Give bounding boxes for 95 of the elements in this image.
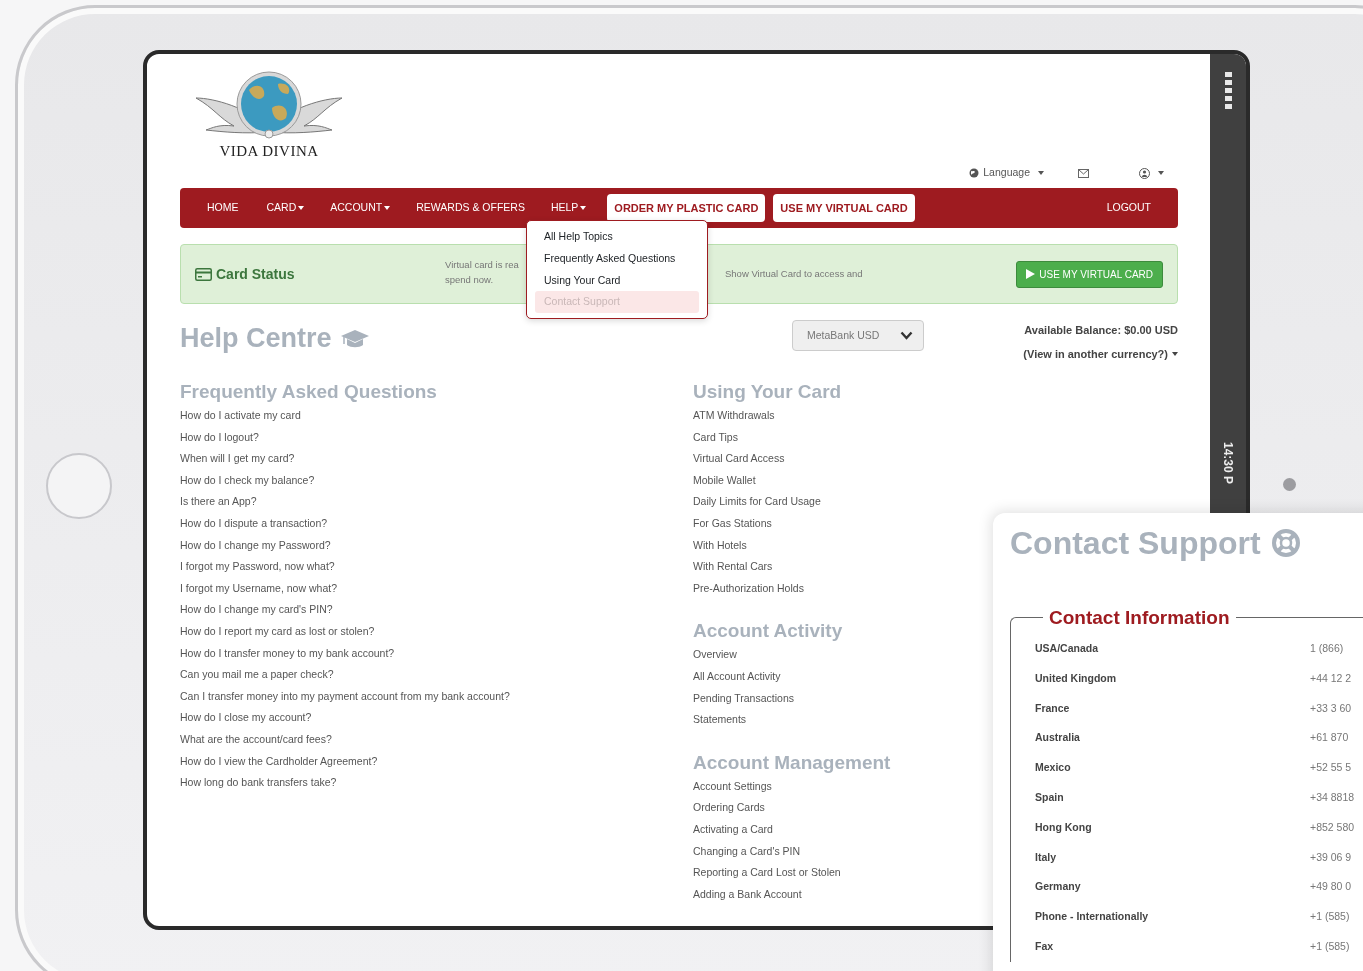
nav-link[interactable]: REWARDS & OFFERS (403, 200, 538, 216)
page-title: Help Centre (180, 322, 332, 355)
phone-number: +1 (585) (1310, 939, 1350, 954)
country-label: USA/Canada (1035, 641, 1099, 656)
nav-button[interactable]: ORDER MY PLASTIC CARD (607, 193, 766, 223)
nav-button[interactable]: USE MY VIRTUAL CARD (773, 193, 915, 223)
play-icon (1026, 269, 1036, 279)
faq-link[interactable]: How do I logout? (180, 426, 693, 449)
section-heading: Frequently Asked Questions (180, 380, 438, 404)
phone-number: +34 8818 (1310, 790, 1355, 805)
phone-number: +44 12 2 (1310, 670, 1352, 686)
phone-number: +852 580 (1310, 819, 1355, 835)
currency-select[interactable]: MetaBank USD (792, 320, 924, 351)
faq-link[interactable]: Can you mail me a paper check? (180, 664, 693, 686)
phone-number: +1 (585) (1310, 909, 1350, 925)
dropdown-item[interactable]: All Help Topics (535, 226, 699, 248)
topic-link[interactable]: For Gas Stations (693, 512, 891, 535)
status-time: 14:30 P (1220, 442, 1236, 484)
country-label: Italy (1035, 849, 1057, 865)
topic-link[interactable]: With Rental Cars (693, 556, 891, 578)
phone-number: +49 80 0 (1310, 879, 1352, 895)
faq-link[interactable]: How do I view the Cardholder Agreement? (180, 750, 693, 773)
faq-link[interactable]: How do I close my account? (180, 707, 693, 729)
graduation-cap-icon (339, 328, 370, 349)
topic-link[interactable]: Reporting a Card Lost or Stolen (693, 862, 891, 884)
status-message: Virtual card is rea spend now. (445, 258, 519, 287)
phone-number: 1 (866) (1310, 641, 1344, 656)
dropdown-item[interactable]: Frequently Asked Questions (535, 247, 699, 270)
faq-link[interactable]: Is there an App? (180, 491, 693, 513)
faq-link[interactable]: How do I report my card as lost or stolen? (180, 620, 693, 643)
section-heading: Account Activity (693, 619, 844, 644)
topic-link[interactable]: Overview (693, 644, 891, 666)
globe-icon (969, 168, 980, 178)
credit-card-icon (195, 267, 212, 281)
user-menu[interactable] (1139, 167, 1164, 179)
fieldset-legend: Contact Information (1043, 608, 1236, 627)
country-label: Australia (1035, 730, 1081, 746)
country-label: Germany (1035, 879, 1082, 895)
faq-link[interactable]: When will I get my card? (180, 448, 693, 470)
faq-link[interactable]: How do I check my balance? (180, 469, 693, 492)
nav-dropdown[interactable]: CARD (253, 200, 318, 216)
topic-link[interactable]: With Hotels (693, 534, 891, 557)
topic-link[interactable]: Pre-Authorization Holds (693, 577, 891, 600)
logout-link[interactable]: LOGOUT (1093, 200, 1164, 216)
topic-link[interactable]: ATM Withdrawals (693, 405, 891, 427)
faq-link[interactable]: How do I change my card's PIN? (180, 599, 693, 621)
topic-link[interactable]: Account Settings (693, 775, 891, 798)
topic-link[interactable]: Statements (693, 709, 891, 731)
section-heading: Account Management (693, 750, 891, 775)
country-label: Hong Kong (1035, 819, 1093, 835)
status-message: Show Virtual Card to access and (725, 266, 863, 281)
language-dropdown[interactable]: Language (969, 165, 1044, 181)
currency-link[interactable]: (View in another currency?) (1023, 342, 1178, 366)
lifebuoy-icon (1270, 528, 1301, 558)
faq-link[interactable]: I forgot my Username, now what? (180, 577, 693, 600)
user-icon (1139, 167, 1150, 179)
topic-link[interactable]: Mobile Wallet (693, 469, 891, 492)
phone-number: +33 3 60 (1310, 700, 1352, 716)
nav-dropdown[interactable]: HELP (537, 200, 600, 216)
topic-link[interactable]: Daily Limits for Card Usage (693, 491, 891, 513)
phone-number: +52 55 5 (1310, 760, 1352, 776)
topic-link[interactable]: Ordering Cards (693, 797, 891, 819)
topic-link[interactable]: Pending Transactions (693, 687, 891, 710)
country-label: Phone - Internationally (1035, 909, 1150, 925)
available-balance: Available Balance: $0.00 USD (1023, 323, 1178, 338)
faq-link[interactable]: How long do bank transfers take? (180, 772, 693, 794)
panel-title: Contact Support (1010, 524, 1261, 563)
country-label: Fax (1035, 939, 1055, 954)
section-heading: Using Your Card (693, 380, 843, 404)
chevron-down-icon (900, 331, 913, 340)
country-label: United Kingdom (1035, 670, 1118, 686)
topic-link[interactable]: All Account Activity (693, 665, 891, 688)
topic-link[interactable]: Adding a Bank Account (693, 883, 891, 906)
nav-dropdown[interactable]: ACCOUNT (317, 200, 404, 216)
faq-link[interactable]: How do I dispute a transaction? (180, 512, 693, 535)
faq-link[interactable]: How do I activate my card (180, 405, 693, 427)
topic-link[interactable]: Changing a Card's PIN (693, 840, 891, 863)
phone-number: +39 06 9 (1310, 849, 1352, 865)
topic-link[interactable]: Virtual Card Access (693, 448, 891, 470)
faq-link[interactable]: I forgot my Password, now what? (180, 556, 693, 578)
card-status-title: Card Status (216, 264, 295, 284)
logo-text: VIDA DIVINA (219, 142, 319, 161)
faq-link[interactable]: How do I change my Password? (180, 534, 693, 557)
topic-link[interactable]: Card Tips (693, 426, 891, 449)
nav-link[interactable]: HOME (194, 200, 252, 216)
dropdown-item[interactable]: Using Your Card (535, 269, 699, 292)
topic-link[interactable]: Activating a Card (693, 818, 891, 841)
phone-number: +61 870 (1310, 730, 1349, 746)
faq-link[interactable]: Can I transfer money into my payment account from my bank account? (180, 685, 693, 708)
country-label: Mexico (1035, 760, 1072, 776)
country-label: France (1035, 700, 1071, 716)
faq-link[interactable]: What are the account/card fees? (180, 728, 693, 751)
envelope-icon[interactable] (1078, 168, 1089, 178)
country-label: Spain (1035, 790, 1065, 805)
faq-link[interactable]: How do I transfer money to my bank account? (180, 642, 693, 665)
